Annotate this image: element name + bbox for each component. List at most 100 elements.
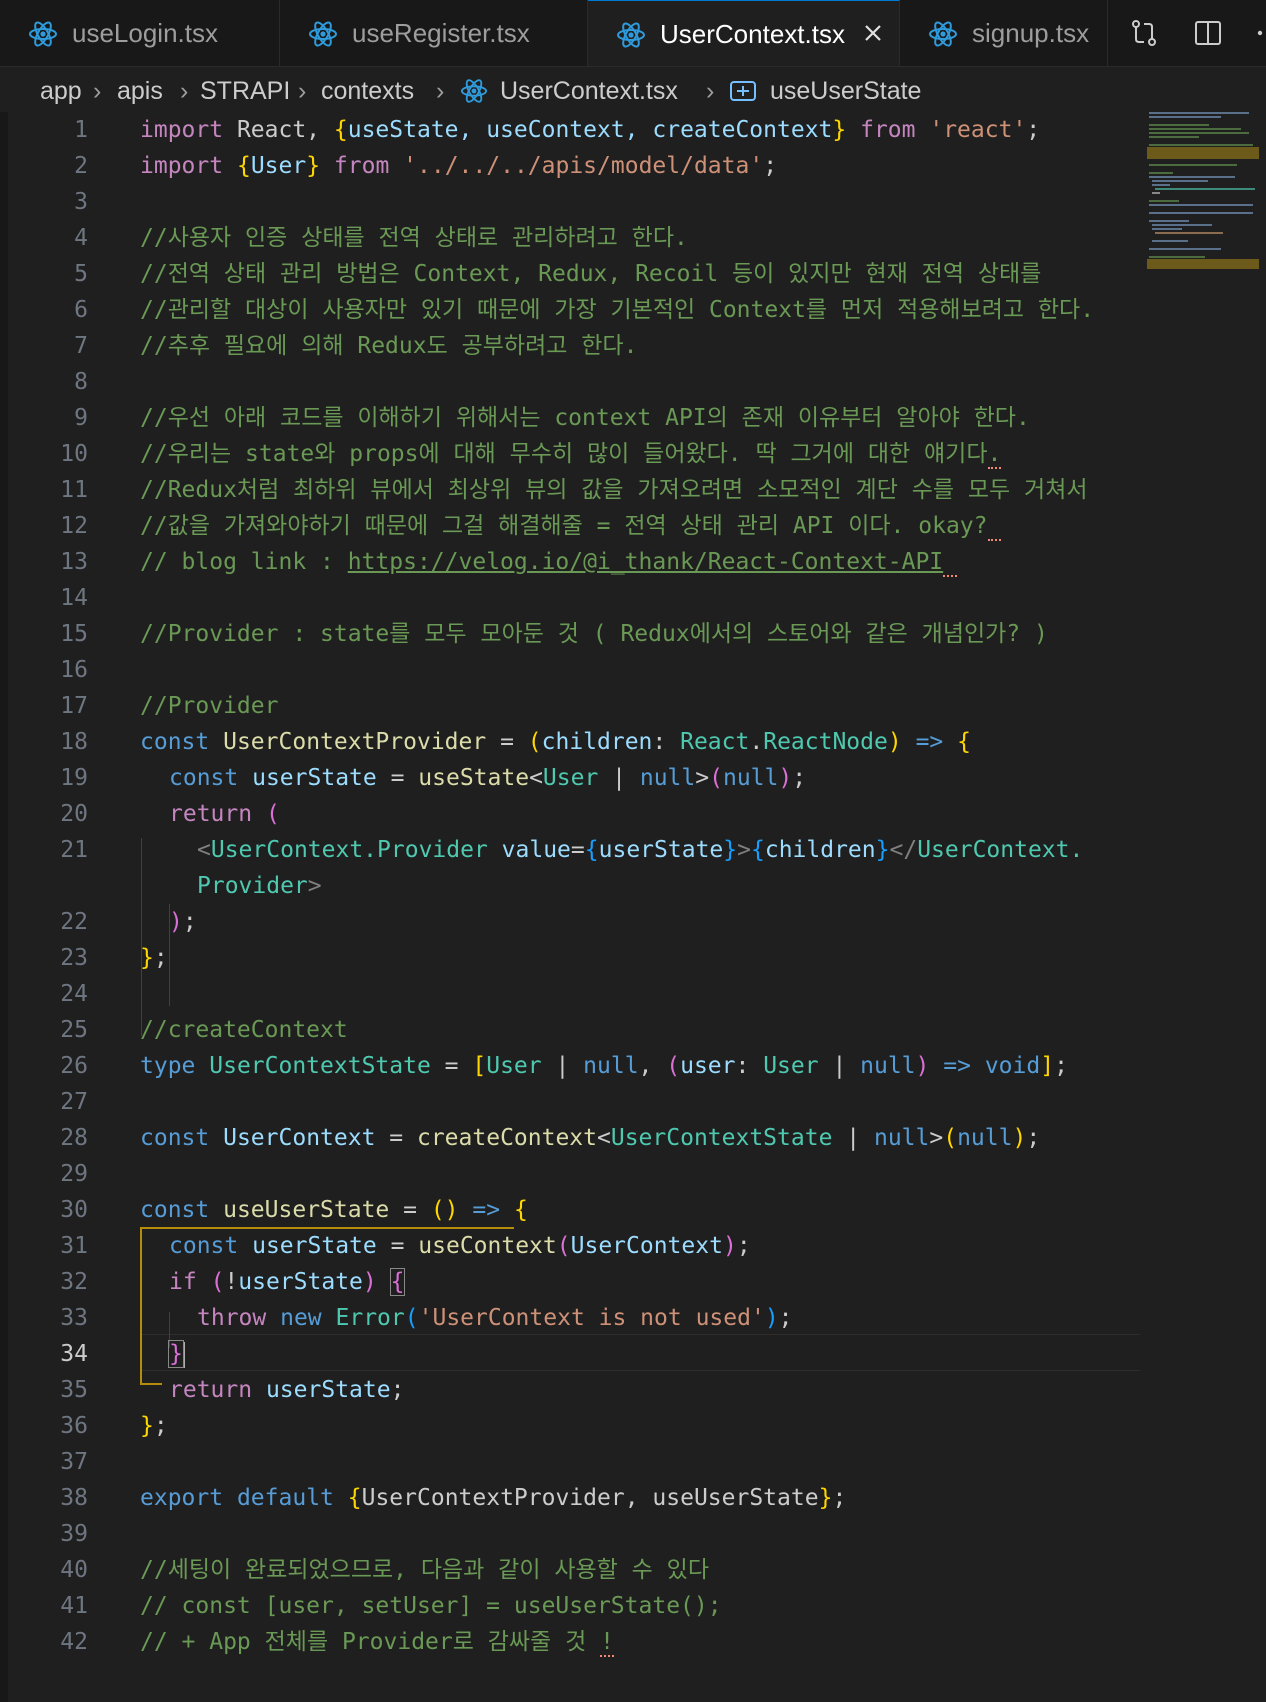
code-token: ReactNode bbox=[763, 729, 888, 755]
line-number: 38 bbox=[60, 1485, 88, 1511]
close-icon[interactable] bbox=[861, 21, 885, 45]
minimap[interactable] bbox=[1145, 110, 1266, 290]
code-token: > bbox=[929, 1125, 944, 1151]
code-editor[interactable]: 1 2 3 4 5 6 7 8 9 10 11 12 13 14 15 16 17 18 19 20 21 22 23 24 2… bbox=[0, 112, 1266, 1702]
active-scope-guide bbox=[140, 1383, 162, 1385]
symbol-variable-icon bbox=[730, 81, 756, 101]
source-control-compare-icon[interactable] bbox=[1128, 17, 1160, 49]
code-line: if (!userState) { bbox=[169, 1264, 406, 1300]
tab-useregister[interactable]: useRegister.tsx bbox=[280, 0, 588, 66]
more-actions-icon[interactable] bbox=[1250, 17, 1266, 49]
code-token: { bbox=[584, 837, 599, 863]
code-token: throw bbox=[197, 1305, 267, 1331]
code-token: null bbox=[639, 765, 696, 791]
breadcrumb-item[interactable]: app bbox=[40, 67, 82, 115]
code-line: return userState; bbox=[169, 1372, 404, 1408]
code-token: ) bbox=[764, 1305, 779, 1331]
code-token: ( bbox=[666, 1053, 681, 1079]
line-number: 30 bbox=[60, 1197, 88, 1223]
code-token: import bbox=[140, 153, 224, 179]
line-number: 15 bbox=[60, 621, 88, 647]
code-token: } bbox=[723, 837, 738, 863]
line-number: 39 bbox=[60, 1521, 88, 1547]
code-token: ; bbox=[832, 1485, 847, 1511]
line-number: 36 bbox=[60, 1413, 88, 1439]
code-token: => bbox=[472, 1197, 501, 1223]
code-token: [ bbox=[472, 1053, 487, 1079]
breadcrumb-item[interactable]: useUserState bbox=[770, 67, 921, 115]
tab-uselogin[interactable]: useLogin.tsx bbox=[0, 0, 280, 66]
code-token: } bbox=[832, 117, 847, 143]
line-number: 31 bbox=[60, 1233, 88, 1259]
breadcrumb-item[interactable]: STRAPI bbox=[200, 67, 290, 115]
code-token: const bbox=[140, 729, 210, 755]
code-token: < bbox=[197, 837, 211, 863]
code-comment: //추후 필요에 의해 Redux도 공부하려고 한다. bbox=[140, 333, 638, 359]
code-token: ; bbox=[182, 909, 197, 935]
split-editor-icon[interactable] bbox=[1192, 17, 1224, 49]
code-token: { bbox=[957, 729, 971, 755]
tab-signup[interactable]: signup.tsx bbox=[900, 0, 1108, 66]
code-token: ; bbox=[153, 1413, 168, 1439]
line-number: 18 bbox=[60, 729, 88, 755]
line-number: 41 bbox=[60, 1593, 88, 1619]
code-line: import React, {useState, useContext, cre… bbox=[140, 112, 1040, 148]
react-icon bbox=[29, 21, 57, 47]
code-token: = bbox=[375, 1125, 417, 1151]
code-line: const userState = useState<User | null>(… bbox=[169, 760, 806, 796]
line-number: 22 bbox=[60, 909, 88, 935]
code-token: } bbox=[140, 1413, 154, 1439]
code-token: { bbox=[347, 1485, 362, 1511]
code-line: <UserContext.Provider value={userState}>… bbox=[197, 832, 1083, 868]
code-token: import bbox=[140, 117, 224, 143]
code-token: // blog link : bbox=[140, 549, 348, 575]
blog-link[interactable]: https://velog.io/@i_thank/React-Context-… bbox=[348, 549, 943, 575]
code-token: UserContext bbox=[570, 1233, 723, 1259]
code-token: React, bbox=[223, 117, 334, 143]
code-token: userState bbox=[252, 765, 377, 791]
breadcrumb-item[interactable]: UserContext.tsx bbox=[500, 67, 678, 115]
chevron-right-icon: › bbox=[706, 77, 715, 105]
code-token: children bbox=[541, 729, 653, 755]
code-token: ; bbox=[736, 1233, 751, 1259]
tab-label: UserContext.tsx bbox=[660, 19, 845, 49]
code-token: User bbox=[763, 1053, 819, 1079]
breadcrumb-item[interactable]: contexts bbox=[321, 67, 414, 115]
code-line-wrapped: Provider> bbox=[197, 868, 322, 904]
code-token: > bbox=[737, 837, 751, 863]
code-token: useState bbox=[418, 765, 530, 791]
tab-usercontext[interactable]: UserContext.tsx bbox=[588, 0, 900, 66]
line-number: 8 bbox=[74, 369, 88, 395]
code-token: ! bbox=[224, 1269, 239, 1295]
line-number: 42 bbox=[60, 1629, 88, 1655]
minimap-line bbox=[1149, 164, 1237, 166]
code-token: useState, useContext, createContext bbox=[347, 117, 833, 143]
minimap-line bbox=[1152, 184, 1170, 186]
code-comment: //Redux처럼 최하위 뷰에서 최상위 뷰의 값을 가져오려면 소모적인 계… bbox=[140, 477, 1088, 503]
chevron-right-icon: › bbox=[180, 77, 189, 105]
code-token: () bbox=[430, 1197, 459, 1223]
code-token: new bbox=[280, 1305, 322, 1331]
code-token: ) bbox=[722, 1233, 737, 1259]
line-number: 27 bbox=[60, 1089, 88, 1115]
spelling-squiggle: . bbox=[987, 441, 1002, 469]
code-token: ; bbox=[763, 153, 778, 179]
breadcrumb-item[interactable]: apis bbox=[117, 67, 163, 115]
code-token: //값을 가져와야하기 때문에 그걸 해결해줄 = 전역 상태 관리 API 이… bbox=[140, 513, 988, 539]
minimap-highlight bbox=[1147, 259, 1259, 269]
code-comment: // blog link : https://velog.io/@i_thank… bbox=[140, 544, 958, 580]
code-comment: //값을 가져와야하기 때문에 그걸 해결해줄 = 전역 상태 관리 API 이… bbox=[140, 508, 1002, 544]
editor-tab-bar: useLogin.tsx useRegister.tsx UserContext… bbox=[0, 0, 1266, 67]
code-token: , bbox=[638, 1053, 667, 1079]
code-token: ; bbox=[1026, 1125, 1041, 1151]
chevron-right-icon: › bbox=[298, 77, 307, 105]
minimap-line bbox=[1149, 172, 1173, 174]
